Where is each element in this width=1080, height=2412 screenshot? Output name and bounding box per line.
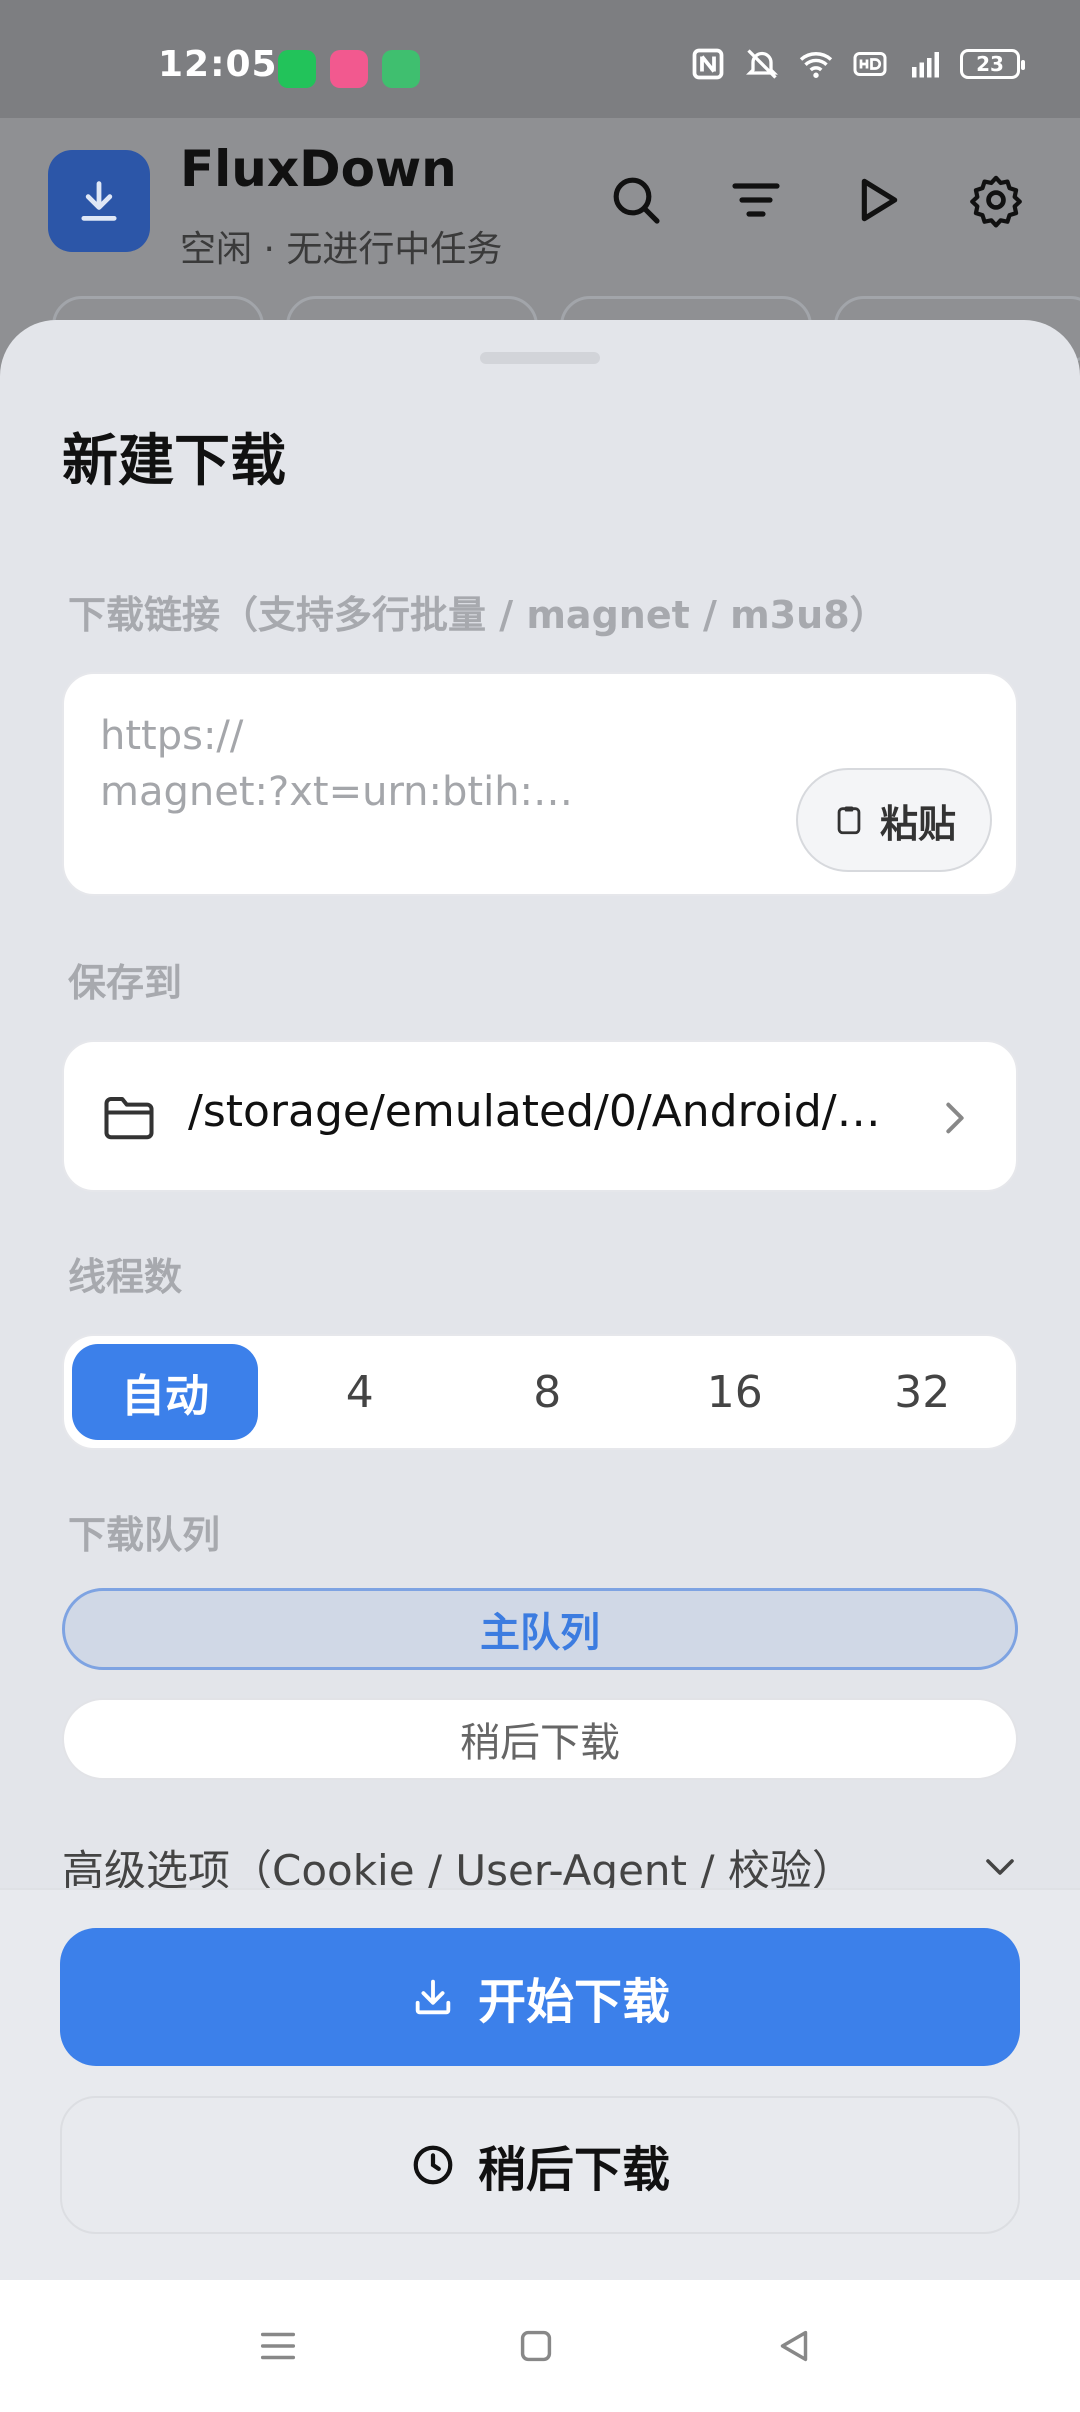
start-all-button[interactable] <box>844 168 908 232</box>
save-path-selector[interactable]: /storage/emulated/0/Android/data/com.flu… <box>62 1040 1018 1192</box>
app-logo <box>48 150 150 252</box>
search-button[interactable] <box>604 168 668 232</box>
queue-label: 下载队列 <box>68 1513 221 1557</box>
gear-icon <box>970 175 1022 228</box>
status-bar: 12:05 23 <box>0 0 1080 118</box>
menu-nav-button[interactable] <box>250 2318 306 2374</box>
battery-level: 23 <box>976 52 1004 76</box>
battery-icon: 23 <box>960 49 1025 79</box>
filter-icon <box>732 183 780 217</box>
app-title: FluxDown <box>180 140 457 198</box>
status-time: 12:05 <box>158 44 278 85</box>
sheet-drag-handle[interactable] <box>480 352 600 364</box>
folder-icon <box>104 1096 154 1140</box>
thread-option-16[interactable]: 16 <box>641 1336 829 1448</box>
settings-button[interactable] <box>964 168 1028 232</box>
home-icon <box>520 2330 552 2362</box>
clock-icon <box>413 2145 453 2185</box>
menu-icon <box>260 2332 296 2360</box>
queue-option-later[interactable]: 稍后下载 <box>62 1698 1018 1780</box>
clipboard-icon <box>837 806 861 835</box>
search-icon <box>613 177 660 224</box>
play-icon <box>861 178 898 222</box>
sheet-actions: 开始下载 稍后下载 <box>0 1888 1080 2282</box>
download-icon <box>415 1979 451 2015</box>
system-nav-bar <box>0 2280 1080 2412</box>
url-label: 下载链接（支持多行批量 / magnet / m3u8） <box>68 593 888 637</box>
status-icons: 23 <box>690 46 1025 82</box>
android-icon <box>382 50 420 88</box>
start-download-label: 开始下载 <box>477 1974 670 2030</box>
thread-option-4[interactable]: 4 <box>266 1336 454 1448</box>
mute-icon <box>746 49 778 79</box>
download-later-label: 稍后下载 <box>477 2142 670 2198</box>
back-nav-button[interactable] <box>766 2318 822 2374</box>
back-icon <box>780 2330 808 2362</box>
signal-5g-icon <box>912 52 939 78</box>
thread-option-32[interactable]: 32 <box>829 1336 1017 1448</box>
paste-button[interactable]: 粘贴 <box>796 768 992 872</box>
queue-option-main[interactable]: 主队列 <box>62 1588 1018 1670</box>
home-nav-button[interactable] <box>508 2318 564 2374</box>
nfc-icon <box>692 48 724 80</box>
app-header: FluxDown 空闲 · 无进行中任务 <box>0 118 1080 318</box>
sheet-title: 新建下载 <box>62 429 286 494</box>
chevron-down-icon <box>986 1859 1014 1875</box>
thread-option-auto[interactable]: 自动 <box>72 1344 258 1440</box>
chat-app-icon <box>278 50 316 88</box>
new-download-sheet: 新建下载 下载链接（支持多行批量 / magnet / m3u8） https:… <box>0 320 1080 2282</box>
start-download-button[interactable]: 开始下载 <box>60 1928 1020 2066</box>
url-placeholder: https:// magnet:?xt=urn:btih:… <box>100 713 574 815</box>
bilibili-icon <box>330 50 368 88</box>
app-subtitle: 空闲 · 无进行中任务 <box>180 229 503 270</box>
paste-label: 粘贴 <box>879 801 956 846</box>
threads-selector: 自动 4 8 16 32 <box>62 1334 1018 1450</box>
download-icon <box>81 181 117 221</box>
filter-button[interactable] <box>724 168 788 232</box>
wifi-icon <box>799 52 833 78</box>
download-later-button[interactable]: 稍后下载 <box>60 2096 1020 2234</box>
hd-icon <box>853 52 887 76</box>
save-label: 保存到 <box>68 961 183 1005</box>
threads-label: 线程数 <box>68 1255 183 1299</box>
chevron-right-icon <box>946 1102 964 1134</box>
thread-option-8[interactable]: 8 <box>454 1336 642 1448</box>
save-path: /storage/emulated/0/Android/data/com.flu… <box>188 1086 888 1137</box>
url-input[interactable]: https:// magnet:?xt=urn:btih:… 粘贴 <box>62 672 1018 896</box>
